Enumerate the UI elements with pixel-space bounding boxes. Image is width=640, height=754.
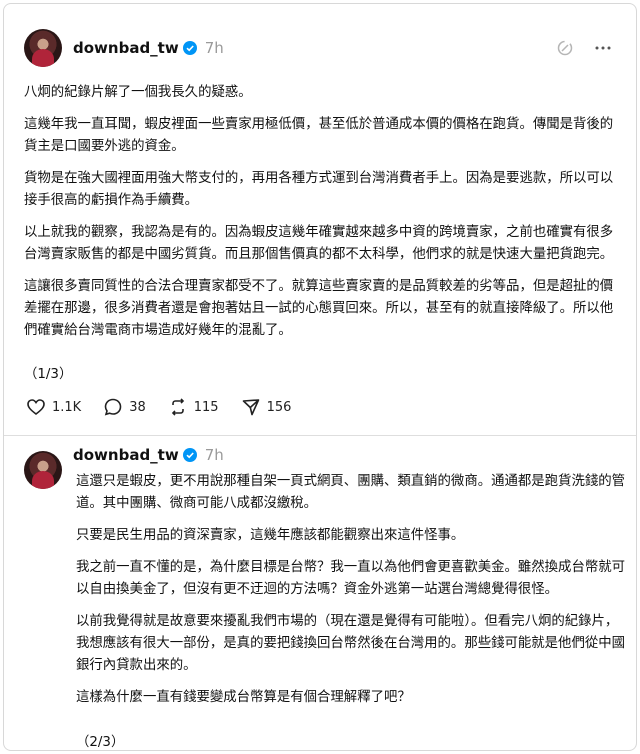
avatar[interactable]: [24, 29, 62, 67]
share-count: 156: [266, 399, 292, 415]
post-top-actions: [556, 39, 612, 57]
ghost-slash-icon[interactable]: [556, 39, 574, 57]
post-paragraph: 以上就我的觀察，我認為是有的。因為蝦皮這幾年確實越來越多中資的跨境賣家，之前也確…: [24, 225, 614, 262]
post-paragraph: 這幾年我一直耳聞，蝦皮裡面一些賣家用極低價，甚至低於普通成本價的價格在跑貨。傳聞…: [24, 117, 614, 154]
reply-icon: [104, 398, 122, 416]
username[interactable]: downbad_tw: [73, 39, 179, 57]
username[interactable]: downbad_tw: [73, 446, 179, 464]
avatar[interactable]: [24, 451, 62, 489]
more-icon[interactable]: [594, 39, 612, 57]
post-paragraph: 這讓很多賣同質性的合法合理賣家都受不了。就算這些賣家賣的是品質較差的劣等品，但是…: [24, 279, 614, 338]
post-time: 7h: [204, 39, 224, 57]
post-paragraph: 我之前一直不懂的是，為什麼目標是台幣？我一直以為他們會更喜歡美金。雖然換成台幣就…: [76, 560, 626, 597]
post-header: downbad_tw 7h: [73, 446, 224, 464]
thread-post-2: downbad_tw 7h 這還只是蝦皮，更不用說那種自架一頁式網頁、團購、類直…: [4, 436, 636, 750]
post-paragraph: 只要是民生用品的資深賣家，這幾年應該都能觀察出來這件怪事。: [76, 528, 465, 543]
post-body: 這還只是蝦皮，更不用說那種自架一頁式網頁、團購、類直銷的微商。通通都是跑貨洗錢的…: [76, 471, 628, 719]
verified-badge-icon: [182, 41, 197, 55]
post-paragraph: 這還只是蝦皮，更不用說那種自架一頁式網頁、團購、類直銷的微商。通通都是跑貨洗錢的…: [76, 474, 626, 511]
reply-button[interactable]: 38: [103, 397, 146, 417]
heart-icon: [27, 399, 45, 416]
post-paragraph: 貨物是在強大國裡面用強大幣支付的，再用各種方式運到台灣消費者手上。因為是要逃款，…: [24, 171, 614, 208]
like-count: 1.1K: [52, 399, 82, 415]
repost-count: 115: [193, 399, 219, 415]
thread-container: downbad_tw 7h 八炯的紀錄片解了一個我長久的疑惑。 這幾年我一直耳聞…: [3, 3, 637, 751]
post-paragraph: 這樣為什麼一直有錢要變成台幣算是有個合理解釋了吧？: [76, 690, 411, 705]
reply-count: 38: [129, 399, 146, 415]
verified-badge-icon: [182, 448, 197, 462]
post-body: 八炯的紀錄片解了一個我長久的疑惑。 這幾年我一直耳聞，蝦皮裡面一些賣家用極低價，…: [24, 82, 624, 352]
thread-page-indicator: （2/3）: [76, 735, 125, 750]
post-stats: 1.1K 38 115 156: [26, 397, 313, 417]
thread-page-indicator: （1/3）: [24, 367, 73, 382]
share-icon: [242, 399, 259, 416]
post-header: downbad_tw 7h: [73, 39, 224, 57]
like-button[interactable]: 1.1K: [26, 397, 81, 417]
post-paragraph: 以前我覺得就是故意要來擾亂我們市場的（現在還是覺得有可能啦）。但看完八炯的紀錄片…: [76, 614, 626, 673]
post-paragraph: 八炯的紀錄片解了一個我長久的疑惑。: [24, 85, 252, 100]
post-time: 7h: [204, 446, 224, 464]
thread-post-1: downbad_tw 7h 八炯的紀錄片解了一個我長久的疑惑。 這幾年我一直耳聞…: [4, 4, 636, 436]
repost-icon: [171, 398, 184, 416]
repost-button[interactable]: 115: [168, 397, 219, 417]
share-button[interactable]: 156: [241, 397, 292, 417]
